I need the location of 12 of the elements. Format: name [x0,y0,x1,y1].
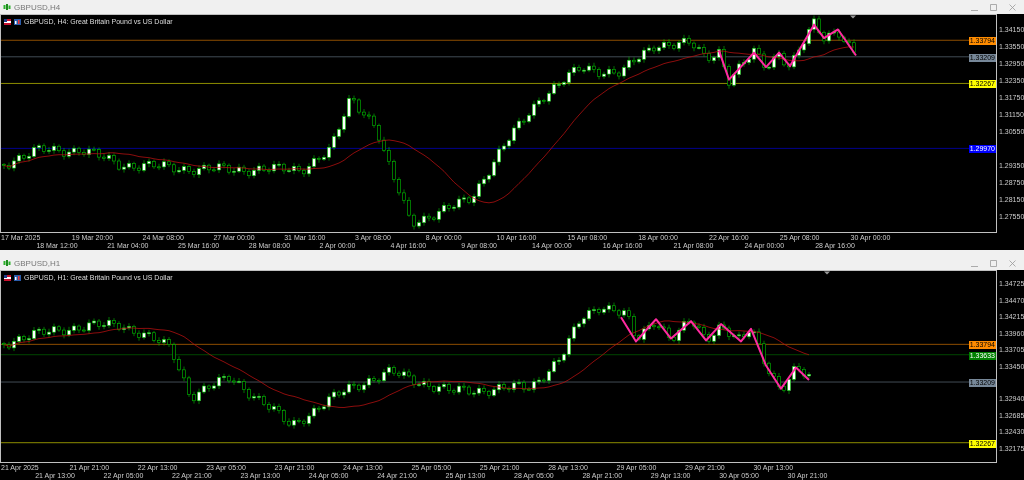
close-icon[interactable] [1008,258,1017,268]
bar-chart-icon [14,274,21,281]
maximize-icon[interactable] [989,2,998,12]
flag-icon [4,274,11,281]
chart-icon [3,3,11,11]
window-title: GBPUSD,H1 [14,258,61,268]
maximize-icon[interactable] [989,258,998,268]
bar-chart-icon [14,18,21,25]
window-title: GBPUSD,H4 [14,2,61,12]
close-icon[interactable] [1008,2,1017,12]
flag-icon [4,18,11,25]
chart-icon [3,259,11,267]
